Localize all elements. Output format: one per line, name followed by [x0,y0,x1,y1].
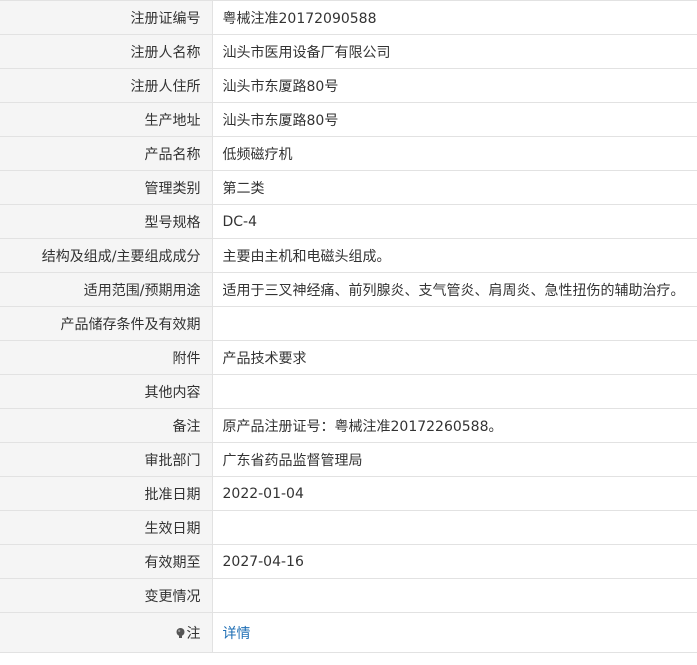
table-row: 注册证编号 粤械注准20172090588 [0,0,697,35]
row-label-remarks: 备注 [0,408,213,443]
table-row: 注册人住所 汕头市东厦路80号 [0,68,697,103]
row-value-production-address: 汕头市东厦路80号 [212,102,697,137]
row-label-intended-use: 适用范围/预期用途 [0,272,213,307]
table-row: 型号规格 DC-4 [0,204,697,239]
row-value-effective-date [212,510,697,545]
lightbulb-icon [176,627,185,638]
table-row: 产品储存条件及有效期 [0,306,697,341]
row-label-production-address: 生产地址 [0,102,213,137]
note-row-label: 注 [0,612,213,653]
row-label-approval-department: 审批部门 [0,442,213,477]
table-row: 批准日期 2022-01-04 [0,476,697,511]
note-label-text: 注 [186,625,201,642]
row-label-other-content: 其他内容 [0,374,213,409]
table-row: 备注 原产品注册证号：粤械注准20172260588。 [0,408,697,443]
row-value-registration-number: 粤械注准20172090588 [212,0,697,35]
table-row: 附件 产品技术要求 [0,340,697,375]
row-value-intended-use: 适用于三叉神经痛、前列腺炎、支气管炎、肩周炎、急性扭伤的辅助治疗。 [212,272,697,307]
registration-detail-table: 注册证编号 粤械注准20172090588 注册人名称 汕头市医用设备厂有限公司… [0,0,697,653]
table-row: 其他内容 [0,374,697,409]
row-label-approval-date: 批准日期 [0,476,213,511]
row-value-valid-until: 2027-04-16 [212,544,697,579]
row-label-storage-conditions: 产品储存条件及有效期 [0,306,213,341]
row-value-management-class: 第二类 [212,170,697,205]
row-label-registrant-address: 注册人住所 [0,68,213,103]
row-value-approval-date: 2022-01-04 [212,476,697,511]
table-row: 变更情况 [0,578,697,613]
row-value-model-spec: DC-4 [212,204,697,239]
table-row: 审批部门 广东省药品监督管理局 [0,442,697,477]
note-row-value: 详情 [212,612,697,653]
row-value-attachment: 产品技术要求 [212,340,697,375]
row-label-registrant-name: 注册人名称 [0,34,213,69]
row-label-management-class: 管理类别 [0,170,213,205]
row-value-product-name: 低频磁疗机 [212,136,697,171]
row-value-registrant-name: 汕头市医用设备厂有限公司 [212,34,697,69]
table-row: 管理类别 第二类 [0,170,697,205]
table-row: 结构及组成/主要组成成分 主要由主机和电磁头组成。 [0,238,697,273]
row-label-change-status: 变更情况 [0,578,213,613]
row-label-valid-until: 有效期至 [0,544,213,579]
table-row: 生产地址 汕头市东厦路80号 [0,102,697,137]
table-row: 生效日期 [0,510,697,545]
details-link[interactable]: 详情 [223,626,251,642]
row-label-structure-composition: 结构及组成/主要组成成分 [0,238,213,273]
row-label-attachment: 附件 [0,340,213,375]
row-value-registrant-address: 汕头市东厦路80号 [212,68,697,103]
row-value-remarks: 原产品注册证号：粤械注准20172260588。 [212,408,697,443]
row-value-storage-conditions [212,306,697,341]
table-row: 产品名称 低频磁疗机 [0,136,697,171]
table-row: 适用范围/预期用途 适用于三叉神经痛、前列腺炎、支气管炎、肩周炎、急性扭伤的辅助… [0,272,697,307]
row-value-other-content [212,374,697,409]
row-label-effective-date: 生效日期 [0,510,213,545]
row-value-change-status [212,578,697,613]
table-row: 注册人名称 汕头市医用设备厂有限公司 [0,34,697,69]
row-label-product-name: 产品名称 [0,136,213,171]
row-value-structure-composition: 主要由主机和电磁头组成。 [212,238,697,273]
row-label-registration-number: 注册证编号 [0,0,213,35]
row-label-model-spec: 型号规格 [0,204,213,239]
table-row: 有效期至 2027-04-16 [0,544,697,579]
row-value-approval-department: 广东省药品监督管理局 [212,442,697,477]
note-row: 注 详情 [0,612,697,653]
